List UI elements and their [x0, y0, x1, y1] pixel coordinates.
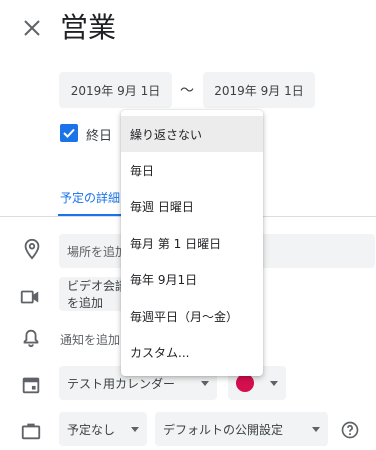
- tab-event-details[interactable]: 予定の詳細: [60, 189, 120, 206]
- menu-item-daily[interactable]: 毎日: [121, 152, 263, 188]
- calendar-icon: [20, 374, 42, 396]
- location-pin-icon: [21, 238, 43, 260]
- menu-item-weekdays[interactable]: 毎週平日（月〜金）: [121, 298, 263, 334]
- close-icon[interactable]: [18, 14, 46, 42]
- end-date-label: 2019年 9月 1日: [214, 83, 304, 98]
- allday-checkbox[interactable]: [60, 124, 78, 142]
- start-date-button[interactable]: 2019年 9月 1日: [59, 72, 172, 108]
- visibility-select[interactable]: デフォルトの公開設定: [155, 412, 328, 446]
- bell-icon: [20, 327, 42, 349]
- availability-value: 予定なし: [67, 422, 116, 437]
- menu-item-custom[interactable]: カスタム...: [121, 334, 263, 370]
- menu-item-yearly[interactable]: 毎年 9月1日: [121, 262, 263, 298]
- calendar-color-dot: [236, 374, 254, 392]
- event-title[interactable]: 営業: [60, 8, 116, 48]
- video-camera-icon: [19, 286, 41, 308]
- chevron-down-icon: [131, 426, 139, 432]
- availability-select[interactable]: 予定なし: [59, 412, 147, 446]
- chevron-down-icon: [270, 380, 278, 386]
- start-date-label: 2019年 9月 1日: [70, 83, 161, 98]
- menu-item-monthly[interactable]: 毎月 第 1 日曜日: [121, 225, 263, 261]
- check-icon: [63, 128, 75, 138]
- recurrence-menu: 繰り返さない 毎日 毎週 日曜日 毎月 第 1 日曜日 毎年 9月1日 毎週平日…: [121, 110, 263, 376]
- chevron-down-icon: [312, 426, 320, 432]
- add-notification-link[interactable]: 通知を追加: [60, 331, 120, 348]
- visibility-value: デフォルトの公開設定: [163, 422, 284, 437]
- menu-item-no-repeat[interactable]: 繰り返さない: [121, 116, 263, 153]
- menu-item-weekly[interactable]: 毎週 日曜日: [121, 189, 263, 225]
- location-placeholder: 場所を追加: [67, 244, 128, 259]
- chevron-down-icon: [201, 380, 209, 386]
- help-icon[interactable]: [340, 420, 360, 440]
- end-date-button[interactable]: 2019年 9月 1日: [203, 72, 315, 108]
- briefcase-icon: [20, 420, 42, 442]
- date-separator: 〜: [180, 83, 194, 99]
- calendar-name: テスト用カレンダー: [67, 376, 176, 391]
- allday-label: 終日: [86, 129, 113, 144]
